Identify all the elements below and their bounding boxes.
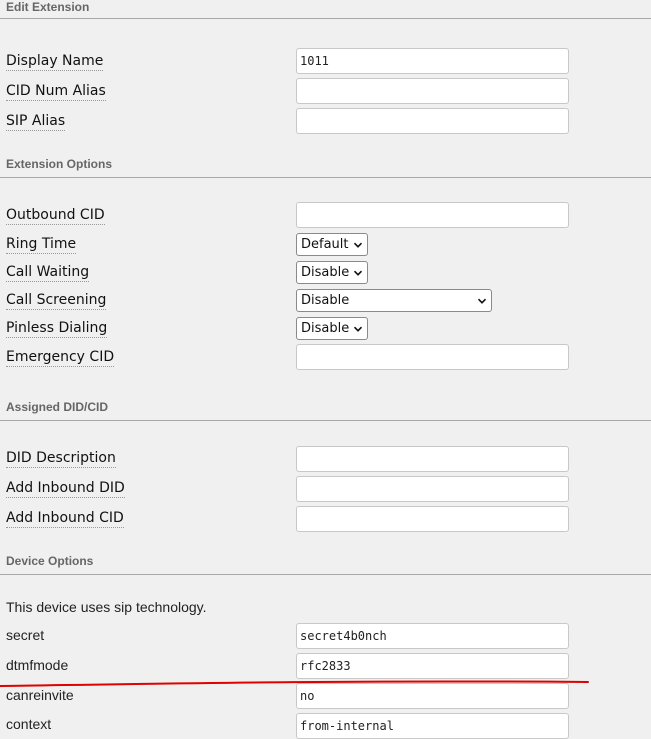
dtmfmode-label: dtmfmode <box>6 657 69 673</box>
chevron-down-icon <box>353 242 363 248</box>
did-description-label: DID Description <box>6 450 116 468</box>
add-inbound-did-input[interactable] <box>296 476 569 502</box>
call-waiting-select[interactable]: Disable <box>296 261 368 284</box>
secret-input[interactable] <box>296 623 569 649</box>
display-name-label: Display Name <box>6 53 104 71</box>
chevron-down-icon <box>353 326 363 332</box>
call-screening-selected-value: Disable <box>301 293 350 308</box>
call-screening-label: Call Screening <box>6 292 107 310</box>
chevron-down-icon <box>353 270 363 276</box>
call-waiting-label: Call Waiting <box>6 264 90 282</box>
chevron-down-icon <box>477 298 487 304</box>
add-inbound-did-label: Add Inbound DID <box>6 480 125 498</box>
emergency-cid-label: Emergency CID <box>6 349 115 367</box>
emergency-cid-input[interactable] <box>296 344 569 370</box>
section-title-assigned-did-cid: Assigned DID/CID <box>6 400 109 414</box>
sip-alias-input[interactable] <box>296 108 569 134</box>
device-technology-note: This device uses sip technology. <box>6 599 207 615</box>
call-waiting-selected-value: Disable <box>301 265 350 280</box>
outbound-cid-input[interactable] <box>296 202 569 228</box>
pinless-dialing-selected-value: Disable <box>301 321 350 336</box>
section-divider <box>0 574 651 575</box>
cid-num-alias-label: CID Num Alias <box>6 83 106 101</box>
did-description-input[interactable] <box>296 446 569 472</box>
cid-num-alias-input[interactable] <box>296 78 569 104</box>
ring-time-select[interactable]: Default <box>296 233 368 256</box>
sip-alias-label: SIP Alias <box>6 113 66 131</box>
pinless-dialing-select[interactable]: Disable <box>296 317 368 340</box>
section-divider <box>0 420 651 421</box>
section-divider <box>0 18 651 19</box>
add-inbound-cid-label: Add Inbound CID <box>6 510 124 528</box>
call-screening-select[interactable]: Disable <box>296 289 492 312</box>
ring-time-selected-value: Default <box>301 237 349 252</box>
pinless-dialing-label: Pinless Dialing <box>6 320 108 338</box>
section-title-extension-options: Extension Options <box>6 157 113 171</box>
secret-label: secret <box>6 627 45 643</box>
dtmfmode-input[interactable] <box>296 653 569 679</box>
section-title-device-options: Device Options <box>6 554 94 568</box>
add-inbound-cid-input[interactable] <box>296 506 569 532</box>
canreinvite-input[interactable] <box>296 683 569 709</box>
canreinvite-label: canreinvite <box>6 687 74 703</box>
section-title-edit-extension: Edit Extension <box>6 0 90 14</box>
outbound-cid-label: Outbound CID <box>6 207 105 225</box>
ring-time-label: Ring Time <box>6 236 77 254</box>
section-divider <box>0 177 651 178</box>
context-input[interactable] <box>296 713 569 739</box>
display-name-input[interactable] <box>296 48 569 74</box>
